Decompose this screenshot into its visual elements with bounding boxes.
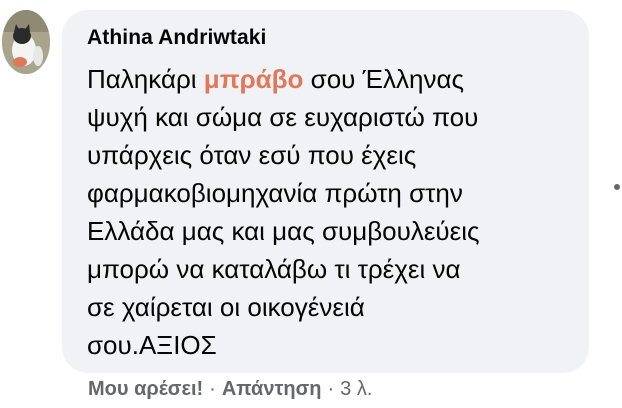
comment-line: φαρμακοβιομηχανία πρώτη στην bbox=[87, 178, 463, 208]
comment-author[interactable]: Athina Andriwtaki bbox=[87, 26, 266, 50]
comment-line: σου.ΑΞΙΟΣ bbox=[87, 330, 217, 360]
avatar-photo-icon bbox=[2, 10, 50, 74]
comment-line: υπάρχεις όταν εσύ που έχεις bbox=[87, 140, 417, 170]
separator: · bbox=[327, 378, 335, 400]
comment-line: σε χαίρεται οι οικογένειά bbox=[87, 292, 365, 322]
comment-line: ψυχή και σώμα σε ευχαριστώ που bbox=[87, 102, 479, 132]
comment-line: μπορώ να καταλάβω τι τρέχει να bbox=[87, 254, 461, 284]
avatar[interactable] bbox=[2, 10, 50, 74]
comment-line: Παληκάρι μπράβο σου Έλληνας bbox=[87, 64, 465, 94]
comment-timestamp[interactable]: 3 λ. bbox=[340, 378, 372, 400]
comment-actions: Μου αρέσει! · Απάντηση · 3 λ. bbox=[88, 378, 372, 401]
separator: · bbox=[209, 378, 216, 400]
reply-button[interactable]: Απάντηση bbox=[222, 378, 322, 400]
like-button[interactable]: Μου αρέσει! bbox=[88, 378, 203, 400]
comment-line: Ελλάδα μας και μας συμβουλεύεις bbox=[87, 216, 480, 246]
highlighted-word: μπράβο bbox=[203, 64, 304, 94]
comment-text: Παληκάρι μπράβο σου Έλληνας ψυχή και σώμ… bbox=[87, 60, 577, 364]
more-options-dot-icon[interactable] bbox=[614, 184, 620, 190]
